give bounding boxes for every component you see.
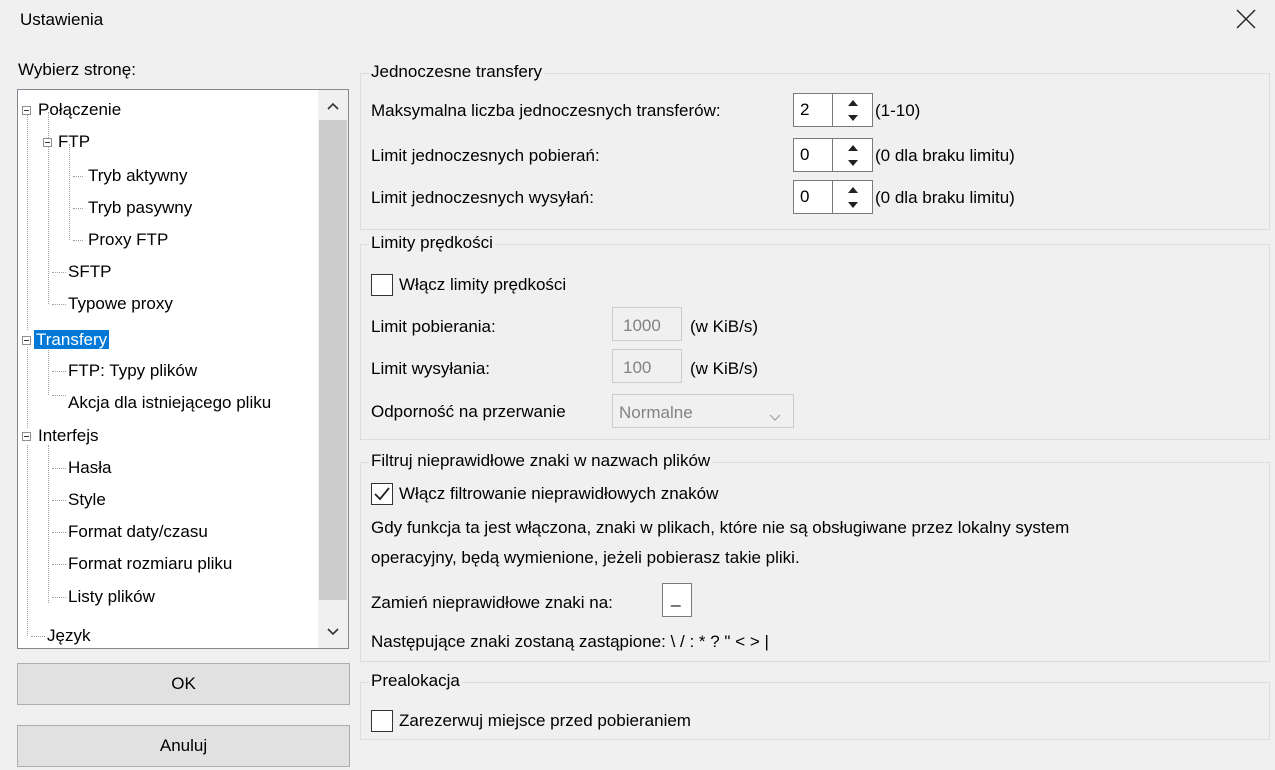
tree-item-jezyk[interactable]: Język [47,621,90,648]
download-speed-unit: (w KiB/s) [690,317,758,336]
chevron-down-icon [769,407,781,427]
download-limit-label: Limit jednoczesnych pobierań: [371,146,600,165]
spin-up-icon[interactable] [838,182,868,197]
reserve-space-label[interactable]: Zarezerwuj miejsce przed pobieraniem [399,711,691,731]
replace-chars-label: Zamień nieprawidłowe znaki na: [371,593,613,612]
spin-up-icon[interactable] [838,140,868,155]
tree-item-style[interactable]: Style [68,485,106,515]
tree-line [27,112,28,330]
enable-speed-limits-checkbox[interactable] [371,274,393,296]
tree-item-format-rozmiaru[interactable]: Format rozmiaru pliku [68,549,232,579]
tree-line [52,272,66,273]
tree-item-format-daty[interactable]: Format daty/czasu [68,517,208,547]
collapse-icon[interactable] [22,432,31,441]
tree-item-tryb-aktywny[interactable]: Tryb aktywny [88,161,188,191]
window-title: Ustawienia [20,10,104,29]
upload-limit-spinner[interactable]: 0 [793,180,873,214]
tree-line [52,597,66,598]
upload-speed-label: Limit wysyłania: [371,359,491,378]
enable-filter-label[interactable]: Włącz filtrowanie nieprawidłowych znaków [399,484,718,504]
reserve-space-checkbox[interactable] [371,710,393,732]
tree-item-proxy-ftp[interactable]: Proxy FTP [88,225,168,255]
enable-filter-checkbox[interactable] [371,483,393,505]
group-title: Prealokacja [369,671,462,691]
collapse-icon[interactable] [22,106,31,115]
tree-line [52,468,66,469]
max-transfers-label: Maksymalna liczba jednoczesnych transfer… [371,101,721,120]
download-limit-hint: (0 dla braku limitu) [875,146,1015,165]
filter-description-line2: operacyjny, będą wymienione, jeżeli pobi… [371,548,800,567]
cancel-button[interactable]: Anuluj [17,725,350,767]
replace-char-input[interactable]: _ [662,583,692,617]
scroll-up-icon[interactable] [318,92,348,120]
download-speed-label: Limit pobierania: [371,317,496,336]
spin-down-icon[interactable] [838,110,868,125]
upload-speed-input[interactable]: 100 [612,349,682,383]
tree-scrollbar[interactable] [318,90,348,648]
max-transfers-spinner[interactable]: 2 [793,93,873,127]
scroll-down-icon[interactable] [318,618,348,646]
tree-item-listy-plikow[interactable]: Listy plików [68,582,155,612]
tree-line [52,532,66,533]
spin-down-icon[interactable] [838,155,868,170]
settings-tree[interactable]: Połączenie FTP Tryb aktywny Tryb pasywny… [17,89,349,649]
tree-line [27,445,28,636]
burst-tolerance-select[interactable]: Normalne [612,394,794,428]
tree-item-ftp-typy-plikow[interactable]: FTP: Typy plików [68,356,197,386]
tree-line [31,636,45,637]
upload-speed-unit: (w KiB/s) [690,359,758,378]
tree-line [52,564,66,565]
max-transfers-hint: (1-10) [875,101,921,120]
tree-line [73,240,83,241]
tree-line [48,445,49,603]
upload-limit-hint: (0 dla braku limitu) [875,188,1015,207]
tree-line [52,371,66,372]
spin-up-icon[interactable] [838,95,868,110]
tree-item-polaczenie[interactable]: Połączenie [22,95,121,125]
tree-item-akcja-istniejacy[interactable]: Akcja dla istniejącego pliku [68,388,271,418]
spinner-value[interactable]: 0 [800,187,809,207]
close-icon[interactable] [1233,6,1259,32]
tree-item-transfery[interactable]: Transfery [22,325,110,355]
upload-limit-label: Limit jednoczesnych wysyłań: [371,188,594,207]
collapse-icon[interactable] [43,138,52,147]
tree-line [52,500,66,501]
tree-item-sftp[interactable]: SFTP [68,257,111,287]
tree-line [73,208,83,209]
checkmark-icon [374,487,390,501]
download-limit-spinner[interactable]: 0 [793,138,873,172]
enable-speed-limits-label[interactable]: Włącz limity prędkości [399,275,566,295]
tree-item-typowe-proxy[interactable]: Typowe proxy [68,289,173,319]
tree-line [27,347,28,428]
tree-item-tryb-pasywny[interactable]: Tryb pasywny [88,193,192,223]
spinner-value[interactable]: 0 [800,145,809,165]
tree-item-ftp[interactable]: FTP [43,127,90,157]
filter-description-line1: Gdy funkcja ta jest włączona, znaki w pl… [371,518,1070,537]
collapse-icon[interactable] [22,336,31,345]
tree-item-interfejs[interactable]: Interfejs [22,421,98,451]
ok-button[interactable]: OK [17,663,350,705]
replaced-chars-text: Następujące znaki zostaną zastąpione: \ … [371,632,769,651]
tree-line [52,304,66,305]
scrollbar-thumb[interactable] [319,120,347,600]
group-title: Jednoczesne transfery [369,62,545,82]
tree-line [52,395,66,396]
page-picker-label: Wybierz stronę: [18,60,136,79]
group-title: Limity prędkości [369,233,495,253]
group-title: Filtruj nieprawidłowe znaki w nazwach pl… [369,451,713,471]
download-speed-input[interactable]: 1000 [612,307,682,341]
tree-item-hasla[interactable]: Hasła [68,453,111,483]
tree-line [69,144,70,240]
spin-down-icon[interactable] [838,197,868,212]
burst-tolerance-label: Odporność na przerwanie [371,402,566,421]
tree-line [73,176,83,177]
spinner-value[interactable]: 2 [800,100,809,120]
